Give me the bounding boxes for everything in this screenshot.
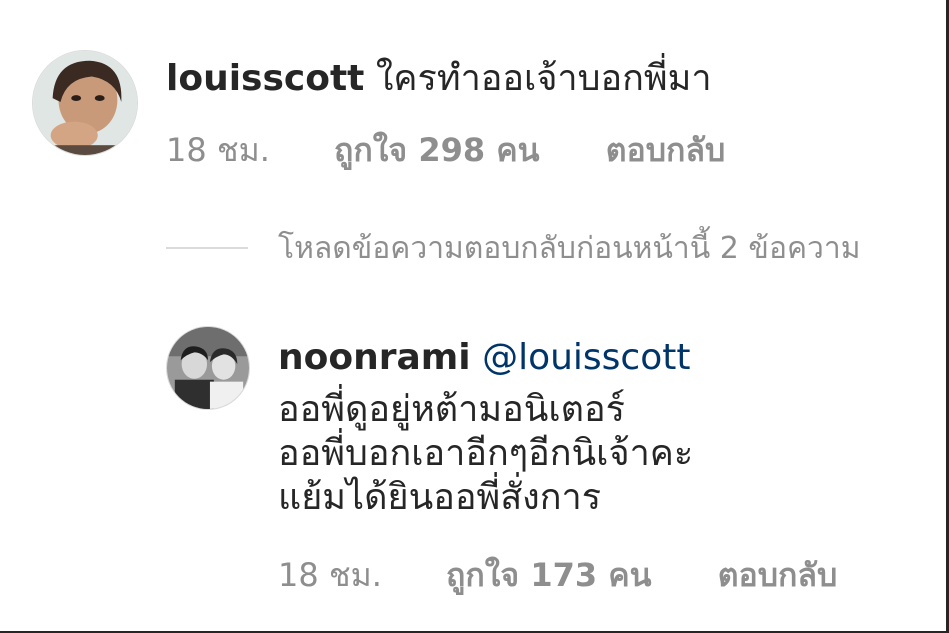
reply-likes[interactable]: ถูกใจ 173 คน [446,550,651,601]
comment-text: ใครทำออเจ้าบอกพี่มา [375,58,712,99]
reply-time[interactable]: 18 ชม. [278,550,382,601]
reply-meta: 18 ชม. ถูกใจ 173 คน ตอบกลับ [278,550,837,601]
reply-text-line: ออพี่ดูอยู่หต้ามอนิเตอร์ [278,389,625,430]
comment-username[interactable]: louisscott [166,58,364,99]
avatar-noonrami[interactable] [166,326,250,410]
load-previous-replies[interactable]: โหลดข้อความตอบกลับก่อนหน้านี้ 2 ข้อความ [166,228,861,268]
reply-text-line: ออพี่บอกเอาอีกๆอีกนิเจ้าคะ [278,433,694,474]
comment-likes[interactable]: ถูกใจ 298 คน [334,125,539,176]
comment-body: louisscott ใครทำออเจ้าบอกพี่มา [166,57,712,100]
reply-mention[interactable]: @louisscott [482,337,690,378]
reply-text-line: แย้มได้ยินออพี่สั่งการ [278,477,602,518]
comment-reply-button[interactable]: ตอบกลับ [606,125,726,176]
reply-reply-button[interactable]: ตอบกลับ [718,550,838,601]
reply-text: ออพี่ดูอยู่หต้ามอนิเตอร์ ออพี่บอกเอาอีกๆ… [278,388,693,520]
reply-header: noonrami @louisscott [278,336,690,379]
comment-time[interactable]: 18 ชม. [166,125,270,176]
avatar-louisscott[interactable] [32,50,138,156]
comment-meta: 18 ชม. ถูกใจ 298 คน ตอบกลับ [166,125,725,176]
avatar-photo-noonrami [167,327,249,409]
load-previous-divider [166,247,248,249]
avatar-photo-louisscott [33,51,137,155]
load-previous-label[interactable]: โหลดข้อความตอบกลับก่อนหน้านี้ 2 ข้อความ [278,225,861,272]
reply-username[interactable]: noonrami [278,337,471,378]
